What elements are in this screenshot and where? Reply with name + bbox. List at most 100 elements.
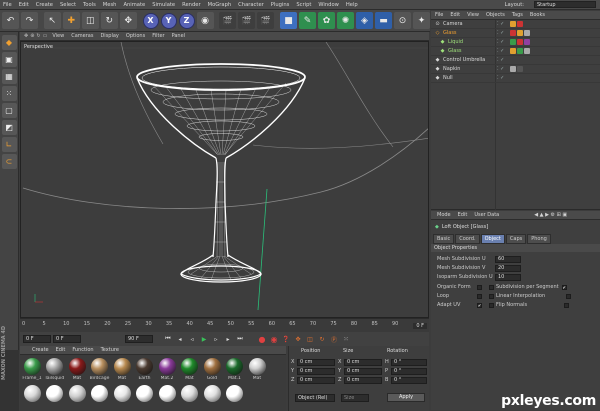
- menu-mograph[interactable]: MoGraph: [208, 2, 232, 8]
- undo-icon[interactable]: ↶: [2, 12, 19, 29]
- apply-button[interactable]: Apply: [387, 393, 425, 402]
- object-row[interactable]: ◆ Liquid ⁚ ✓: [431, 38, 600, 47]
- mesh-subdivision-v-field[interactable]: 20: [495, 264, 521, 272]
- size-field[interactable]: 0 cm: [344, 367, 382, 375]
- visibility-dots[interactable]: ⁚ ✓: [497, 30, 504, 36]
- menu-create[interactable]: Create: [36, 2, 53, 8]
- move-view-icon[interactable]: ✥: [24, 33, 28, 39]
- menu-edit[interactable]: Edit: [19, 2, 29, 8]
- viewport-menu-cameras[interactable]: Cameras: [71, 33, 93, 39]
- start-frame-field[interactable]: 0 F: [53, 335, 81, 343]
- key-param-icon[interactable]: Ⓟ: [329, 334, 339, 344]
- object-menu-file[interactable]: File: [435, 12, 443, 18]
- material-swatch[interactable]: [202, 385, 222, 402]
- object-tag-icon[interactable]: [510, 39, 516, 45]
- render-picture-viewer-icon[interactable]: 🎬: [238, 12, 256, 29]
- mesh-subdivision-u-field[interactable]: 60: [495, 255, 521, 263]
- current-frame-field[interactable]: 0 F: [23, 335, 51, 343]
- menu-simulate[interactable]: Simulate: [152, 2, 175, 8]
- position-field[interactable]: 0 cm: [297, 376, 335, 384]
- material-swatch[interactable]: Mat: [180, 358, 200, 381]
- material-swatch[interactable]: [180, 385, 200, 402]
- material-swatch[interactable]: [112, 385, 132, 402]
- object-menu-books[interactable]: Books: [530, 12, 545, 18]
- object-row[interactable]: ◇ Glass ⁚ ✓: [431, 29, 600, 38]
- attributes-menu-edit[interactable]: Edit: [458, 212, 468, 218]
- make-editable-icon[interactable]: ◆: [1, 35, 17, 50]
- visibility-dots[interactable]: ⁚ ✓: [497, 57, 504, 63]
- visibility-dots[interactable]: ⁚ ✓: [497, 48, 504, 54]
- menu-render[interactable]: Render: [182, 2, 200, 8]
- isoparm-subdivision-u-field[interactable]: 10: [495, 273, 521, 281]
- key-rotation-icon[interactable]: ↻: [317, 334, 327, 344]
- keyframe-selection-icon[interactable]: ❓: [281, 334, 291, 344]
- zoom-view-icon[interactable]: ⊕: [30, 33, 34, 39]
- position-field[interactable]: 0 cm: [297, 358, 335, 366]
- viewport-menu-view[interactable]: View: [52, 33, 64, 39]
- visibility-dots[interactable]: ⁚ ✓: [497, 21, 504, 27]
- position-field[interactable]: 0 cm: [297, 367, 335, 375]
- viewport-menu-options[interactable]: Options: [126, 33, 145, 39]
- material-swatch[interactable]: Mat.2: [157, 358, 177, 381]
- subdivision-surface-icon[interactable]: ✿: [318, 12, 335, 29]
- menu-mesh[interactable]: Mesh: [103, 2, 117, 8]
- record-icon[interactable]: ●: [257, 334, 267, 344]
- size-mode-select[interactable]: Size: [341, 394, 369, 402]
- cube-primitive-icon[interactable]: ■: [280, 12, 297, 29]
- object-row[interactable]: ◆ Napkin ⁚ ✓: [431, 65, 600, 74]
- rotation-field[interactable]: 0 °: [391, 376, 427, 384]
- prev-frame-icon[interactable]: ◃: [187, 334, 197, 344]
- redo-icon[interactable]: ↷: [21, 12, 38, 29]
- menu-select[interactable]: Select: [60, 2, 76, 8]
- points-mode-icon[interactable]: ⁙: [1, 86, 17, 101]
- deformer-icon[interactable]: ◈: [356, 12, 373, 29]
- key-scale-icon[interactable]: ◫: [305, 334, 315, 344]
- goto-start-icon[interactable]: ⏮: [163, 334, 173, 344]
- object-row[interactable]: ◆ Null ⁚ ✓: [431, 74, 600, 83]
- menu-help[interactable]: Help: [346, 2, 358, 8]
- autokey-icon[interactable]: ◉: [269, 334, 279, 344]
- adapt-uv-checkbox[interactable]: ✔: [477, 302, 482, 308]
- object-menu-edit[interactable]: Edit: [450, 12, 460, 18]
- material-swatch[interactable]: [225, 385, 245, 402]
- coordinate-system-icon[interactable]: ◉: [196, 12, 214, 29]
- key-position-icon[interactable]: ✥: [293, 334, 303, 344]
- object-tag-icon[interactable]: [510, 66, 516, 72]
- layout-select[interactable]: Startup: [534, 1, 596, 8]
- subdivision-per-segment-checkbox[interactable]: [489, 284, 494, 290]
- axis-y-button[interactable]: Y: [160, 12, 177, 29]
- object-menu-view[interactable]: View: [467, 12, 479, 18]
- tab-object[interactable]: Object: [480, 234, 505, 244]
- object-tag-icon[interactable]: [524, 39, 530, 45]
- light-icon[interactable]: ✦: [413, 12, 430, 29]
- material-swatch[interactable]: [45, 385, 65, 402]
- object-row[interactable]: ⊙ Camera ⁚ ✓: [431, 20, 600, 29]
- visibility-dots[interactable]: ⁚ ✓: [497, 39, 504, 45]
- end-frame-field[interactable]: 90 F: [125, 335, 153, 343]
- coordinate-mode-select[interactable]: Object (Rel): [295, 394, 335, 402]
- rotation-field[interactable]: 0 °: [391, 367, 427, 375]
- prev-key-icon[interactable]: ◂: [175, 334, 185, 344]
- menu-file[interactable]: File: [3, 2, 12, 8]
- material-swatch[interactable]: [135, 385, 155, 402]
- material-menu-edit[interactable]: Edit: [56, 347, 66, 353]
- scale-tool-icon[interactable]: ◫: [81, 12, 99, 29]
- material-swatch[interactable]: [157, 385, 177, 402]
- timeline-ruler[interactable]: 0 5 10 15 20 25 30 35 40 45 50 55 60 65 70 75 80 85 90 0 F: [20, 318, 429, 332]
- maximize-view-icon[interactable]: ▭: [43, 33, 48, 39]
- material-swatch[interactable]: Earth: [135, 358, 155, 381]
- menu-character[interactable]: Character: [238, 2, 264, 8]
- rotation-field[interactable]: 0 °: [391, 358, 427, 366]
- recent-tool-icon[interactable]: ✥: [119, 12, 137, 29]
- object-row[interactable]: ◆ Control Umbrella ⁚ ✓: [431, 56, 600, 65]
- key-pla-icon[interactable]: ⁙: [341, 334, 351, 344]
- edges-mode-icon[interactable]: ▢: [1, 103, 17, 118]
- texture-mode-icon[interactable]: ▦: [1, 69, 17, 84]
- menu-animate[interactable]: Animate: [123, 2, 145, 8]
- object-tag-icon[interactable]: [517, 48, 523, 54]
- attributes-menu-mode[interactable]: Mode: [437, 212, 451, 218]
- object-tag-icon[interactable]: [517, 30, 523, 36]
- axis-z-button[interactable]: Z: [178, 12, 195, 29]
- goto-end-icon[interactable]: ⏭: [235, 334, 245, 344]
- attributes-menu-user-data[interactable]: User Data: [474, 212, 499, 218]
